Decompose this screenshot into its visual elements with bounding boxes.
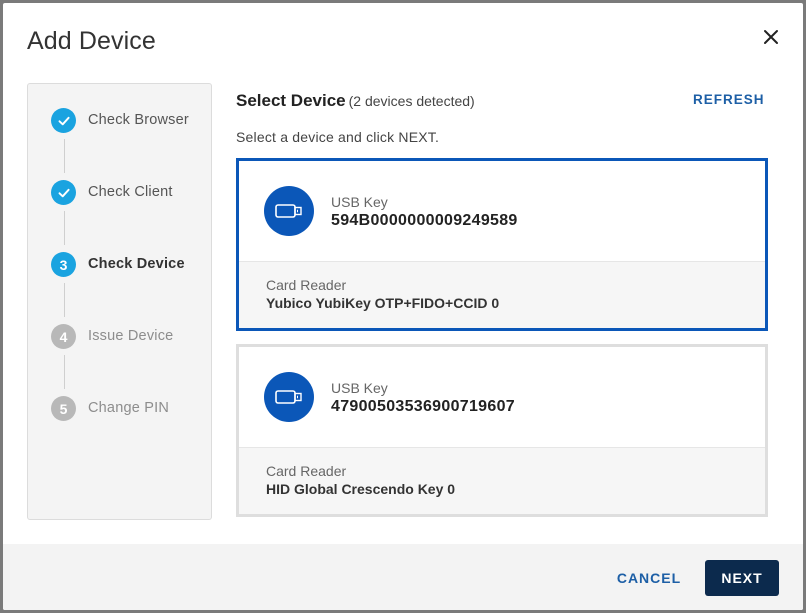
progress-stepper: Check Browser Check Client 3 Check Devic…	[27, 83, 212, 520]
device-card-selected[interactable]: USB Key 594B0000000009249589 Card Reader…	[236, 158, 768, 331]
step-issue-device: 4 Issue Device	[51, 324, 211, 350]
step-check-browser: Check Browser	[51, 108, 211, 134]
step-number: 5	[51, 396, 76, 421]
step-label: Check Device	[88, 256, 185, 272]
reader-name: Yubico YubiKey OTP+FIDO+CCID 0	[266, 295, 500, 311]
device-info: USB Key 594B0000000009249589	[239, 161, 765, 262]
step-connector	[64, 211, 65, 245]
check-icon	[58, 116, 70, 125]
close-button[interactable]	[759, 25, 783, 49]
card-reader-info: Card Reader HID Global Crescendo Key 0	[239, 448, 765, 514]
add-device-dialog: Add Device Check Browser Check Client 3 …	[3, 3, 803, 610]
reader-label: Card Reader	[266, 277, 347, 293]
device-info: USB Key 47900503536900719607	[239, 347, 765, 448]
section-title-text: Select Device	[236, 91, 346, 110]
step-label: Change PIN	[88, 400, 169, 416]
usb-key-icon	[264, 372, 314, 422]
cancel-button[interactable]: CANCEL	[606, 561, 692, 595]
step-check-device: 3 Check Device	[51, 252, 211, 278]
section-title: Select Device (2 devices detected)	[236, 91, 475, 111]
next-button[interactable]: NEXT	[705, 560, 779, 596]
dialog-footer: CANCEL NEXT	[3, 544, 803, 610]
instruction-text: Select a device and click NEXT.	[236, 129, 440, 145]
reader-label: Card Reader	[266, 463, 347, 479]
step-label: Check Client	[88, 184, 173, 200]
step-number: 4	[51, 324, 76, 349]
close-icon	[764, 30, 778, 44]
device-serial: 594B0000000009249589	[331, 212, 518, 229]
device-count: (2 devices detected)	[348, 93, 475, 109]
device-type: USB Key	[331, 194, 388, 210]
reader-name: HID Global Crescendo Key 0	[266, 481, 456, 497]
step-check-client: Check Client	[51, 180, 211, 206]
step-connector	[64, 355, 65, 389]
step-connector	[64, 283, 65, 317]
device-type: USB Key	[331, 380, 388, 396]
step-circle	[51, 180, 76, 205]
usb-key-icon	[264, 186, 314, 236]
check-icon	[58, 188, 70, 197]
refresh-button[interactable]: REFRESH	[693, 92, 765, 107]
device-card[interactable]: USB Key 47900503536900719607 Card Reader…	[236, 344, 768, 517]
step-number: 3	[51, 252, 76, 277]
dialog-title: Add Device	[27, 27, 156, 55]
step-circle	[51, 108, 76, 133]
card-reader-info: Card Reader Yubico YubiKey OTP+FIDO+CCID…	[239, 262, 765, 328]
step-label: Issue Device	[88, 328, 174, 344]
step-label: Check Browser	[88, 112, 189, 128]
step-connector	[64, 139, 65, 173]
step-change-pin: 5 Change PIN	[51, 396, 211, 422]
device-serial: 47900503536900719607	[331, 398, 515, 415]
